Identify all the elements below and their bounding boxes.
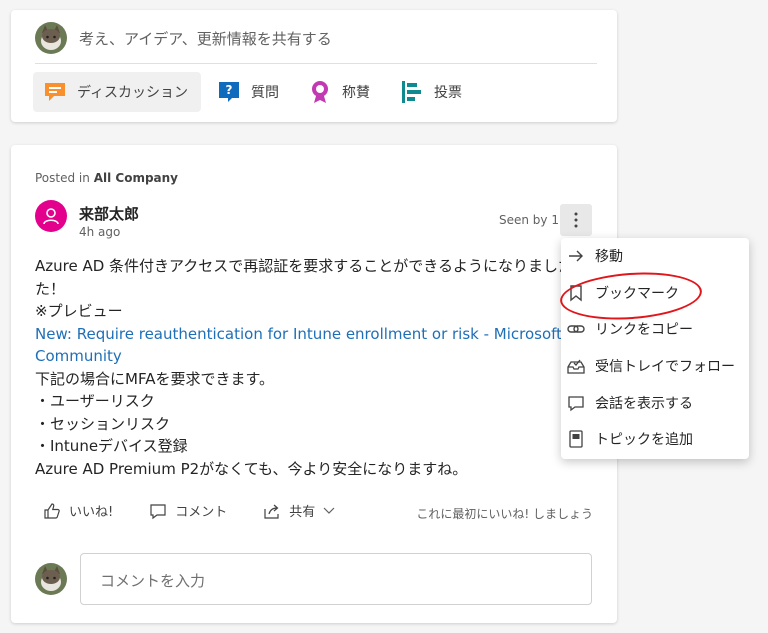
question-icon: ?	[219, 82, 239, 102]
post-time: 4h ago	[79, 225, 121, 239]
share-label: 共有	[289, 505, 316, 520]
body-line: 下記の場合にMFAを要求できます。	[35, 369, 274, 388]
share-button[interactable]: 共有	[263, 501, 335, 520]
tab-label: 質問	[251, 85, 279, 101]
tab-question[interactable]: ? 質問	[207, 72, 289, 112]
menu-item-label: トピックを追加	[595, 432, 693, 448]
composer-input[interactable]: 考え、アイデア、更新情報を共有する	[79, 28, 332, 49]
article-link[interactable]: New: Require reauthentication for Intune…	[35, 325, 561, 343]
body-line: た！	[35, 279, 66, 298]
comment-input[interactable]: コメントを入力	[80, 553, 592, 605]
praise-icon	[312, 81, 328, 103]
divider	[35, 63, 597, 64]
comment-label: コメント	[175, 505, 228, 520]
person-icon	[43, 208, 59, 225]
more-options-button[interactable]	[560, 204, 592, 236]
comment-button[interactable]: コメント	[149, 501, 227, 520]
link-icon	[567, 325, 585, 333]
menu-item-label: 移動	[595, 249, 623, 265]
conversation-icon	[568, 396, 584, 412]
discussion-icon	[45, 83, 65, 101]
body-line: Azure AD 条件付きアクセスで再認証を要求することができるようになりました	[35, 257, 561, 275]
svg-text:?: ?	[226, 83, 233, 97]
menu-item-copy-link[interactable]: リンクをコピー	[567, 314, 693, 344]
poll-icon	[402, 81, 421, 103]
menu-item-follow-inbox[interactable]: 受信トレイでフォロー	[567, 351, 735, 381]
tab-poll[interactable]: 投票	[390, 72, 472, 112]
menu-item-bookmark[interactable]: ブックマーク	[567, 278, 679, 308]
arrow-right-icon	[569, 250, 583, 262]
posted-prefix: Posted in	[35, 171, 90, 185]
composer-card: 考え、アイデア、更新情報を共有する ディスカッション ? 質問 称賛 投票	[11, 10, 617, 122]
author-name[interactable]: 来部太郎	[79, 203, 139, 224]
body-line: ・ユーザーリスク	[35, 392, 155, 410]
post-card: Posted in All Company 来部太郎 4h ago Seen b…	[11, 145, 617, 623]
body-line: Azure AD Premium P2がなくても、今より安全になりますね。	[35, 459, 468, 478]
like-button[interactable]: いいね!	[43, 501, 113, 520]
menu-item-label: ブックマーク	[595, 286, 679, 302]
bookmark-icon	[570, 285, 582, 302]
comment-icon	[150, 503, 166, 519]
thumbs-up-icon	[44, 502, 60, 519]
seen-by[interactable]: Seen by 1	[499, 213, 559, 227]
tab-discussion[interactable]: ディスカッション	[33, 72, 201, 112]
article-link[interactable]: Community	[35, 347, 122, 365]
body-line: ・Intuneデバイス登録	[35, 437, 188, 455]
menu-item-label: 受信トレイでフォロー	[595, 359, 735, 375]
body-line: ・セッションリスク	[35, 414, 171, 433]
post-context-menu: 移動 ブックマーク リンクをコピー 受信トレイでフォロー 会話を表示する トピッ…	[561, 238, 749, 459]
author-avatar[interactable]	[35, 200, 67, 232]
post-actions: いいね! コメント 共有	[43, 501, 335, 520]
menu-item-add-topic[interactable]: トピックを追加	[567, 424, 693, 454]
menu-item-move[interactable]: 移動	[567, 241, 623, 271]
posted-in: Posted in All Company	[35, 171, 178, 185]
tab-praise[interactable]: 称賛	[298, 72, 380, 112]
share-icon	[264, 504, 279, 519]
user-avatar	[35, 22, 67, 54]
like-hint: これに最初にいいね! しましょう	[416, 507, 593, 521]
chevron-down-icon	[323, 507, 335, 514]
more-vertical-icon	[574, 212, 578, 228]
menu-item-label: 会話を表示する	[595, 396, 693, 412]
tab-label: ディスカッション	[77, 85, 189, 101]
menu-item-label: リンクをコピー	[595, 322, 693, 338]
topic-icon	[569, 430, 583, 448]
inbox-follow-icon	[567, 359, 585, 374]
body-line: ※プレビュー	[35, 302, 123, 320]
like-label: いいね!	[69, 505, 114, 520]
group-link[interactable]: All Company	[94, 171, 178, 185]
post-body: Azure AD 条件付きアクセスで再認証を要求することができるようになりました…	[35, 255, 561, 480]
menu-item-show-conversation[interactable]: 会話を表示する	[567, 388, 693, 418]
tab-label: 投票	[434, 85, 462, 101]
commenter-avatar	[35, 563, 67, 595]
tab-label: 称賛	[342, 85, 370, 101]
